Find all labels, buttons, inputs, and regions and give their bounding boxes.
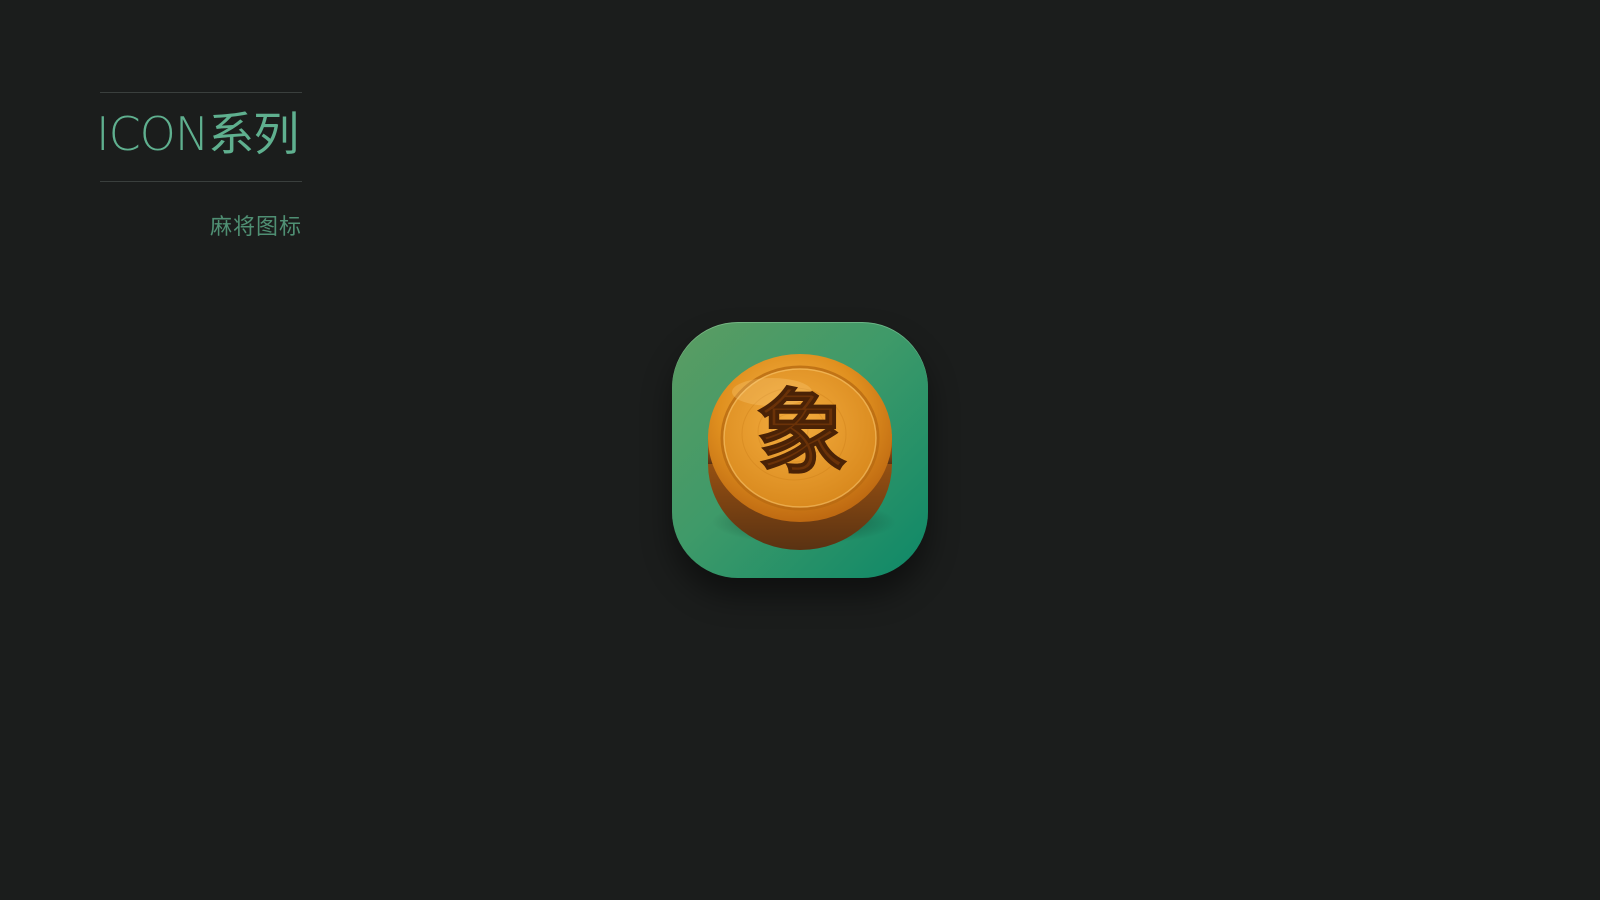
page: ICON系列 麻将图标 象 xyxy=(0,0,1600,900)
page-subtitle: 麻将图标 xyxy=(209,215,302,240)
app-icon[interactable]: 象 xyxy=(672,322,928,578)
title-block: ICON系列 麻将图标 xyxy=(96,92,302,241)
xiangqi-piece-icon: 象 xyxy=(708,354,896,550)
divider-top xyxy=(100,92,302,93)
piece-glyph: 象 xyxy=(756,379,848,487)
divider-bottom xyxy=(100,181,302,182)
page-title: ICON系列 xyxy=(96,107,299,161)
